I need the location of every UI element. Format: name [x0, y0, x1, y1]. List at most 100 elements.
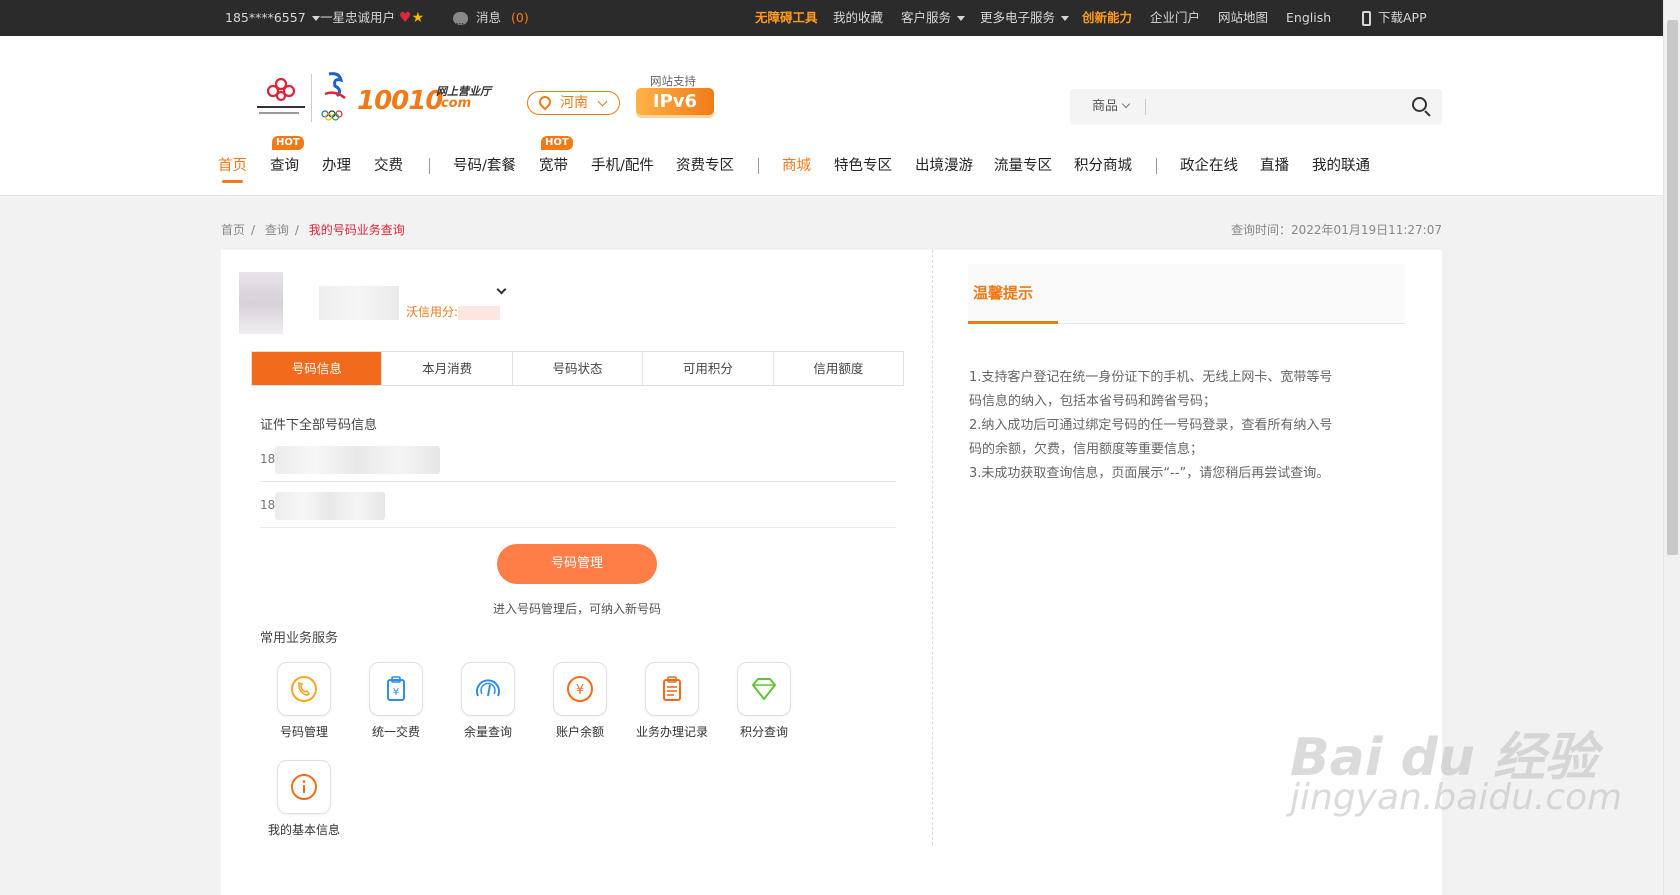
breadcrumb-home[interactable]: 首页 [221, 223, 245, 237]
tab-number-status[interactable]: 号码状态 [513, 352, 644, 385]
search-input[interactable] [1152, 93, 1392, 121]
messages-link[interactable]: 消息 (0) [453, 0, 529, 42]
my-favorites-link[interactable]: 我的收藏 [833, 0, 883, 36]
number-row[interactable]: 18 [260, 482, 896, 528]
tab-monthly-spend[interactable]: 本月消费 [382, 352, 513, 385]
sitemap-link[interactable]: 网站地图 [1218, 0, 1268, 36]
account-name-redacted [319, 286, 399, 320]
nav-pay[interactable]: 交费 [374, 154, 403, 175]
account-phone-dropdown[interactable]: 185****6557 [225, 0, 320, 36]
service-number-management[interactable]: 号码管理 [258, 662, 350, 740]
innovation-link[interactable]: 创新能力 [1082, 0, 1132, 36]
nav-data-zone[interactable]: 流量专区 [994, 154, 1052, 175]
search-category-select[interactable]: 商品 [1092, 89, 1131, 125]
number-prefix: 18 [260, 498, 276, 512]
download-app-link[interactable]: 下载APP [1362, 0, 1427, 36]
wo-credit-score: 沃信用分: [406, 303, 501, 320]
customer-service-menu[interactable]: 客户服务 [901, 0, 966, 36]
brand-logo-text[interactable]: 10010 [357, 86, 443, 116]
number-management-tip: 进入号码管理后，可纳入新号码 [492, 602, 661, 616]
tab-number-info[interactable]: 号码信息 [252, 352, 383, 385]
active-underline [222, 180, 243, 183]
service-label: 积分查询 [739, 725, 788, 739]
chevron-down-icon [311, 16, 320, 21]
accessibility-tools-link[interactable]: 无障碍工具 [755, 0, 818, 36]
service-icon-box [277, 760, 331, 814]
search-button[interactable] [1412, 97, 1432, 117]
clipboard-yen-icon: ¥ [387, 676, 405, 701]
breadcrumb-separator: / [251, 223, 256, 237]
account-switch-chevron-icon[interactable] [496, 284, 507, 295]
region-selector[interactable]: 河南 [527, 91, 620, 115]
nav-my-unicom[interactable]: 我的联通 [1312, 154, 1370, 175]
nav-points-mall[interactable]: 积分商城 [1074, 154, 1132, 175]
unicom-logo-icon[interactable] [255, 74, 307, 126]
tab-available-points[interactable]: 可用积分 [643, 352, 774, 385]
info-icon [291, 774, 317, 800]
nav-phones-accessories[interactable]: 手机/配件 [591, 154, 654, 175]
account-phone: 185****6557 [225, 10, 306, 25]
tips-header: 温馨提示 [968, 264, 1405, 324]
nav-roaming[interactable]: 出境漫游 [915, 154, 973, 175]
ipv6-support-label: 网站支持 [650, 74, 696, 88]
brand-logo-subtitle: 网上营业厅 .com [436, 86, 491, 111]
region-label: 河南 [560, 95, 588, 111]
service-account-balance[interactable]: ¥ 账户余额 [534, 662, 626, 740]
tips-body: 1.支持客户登记在统一身份证下的手机、无线上网卡、宽带等号码信息的纳入，包括本省… [968, 366, 1340, 486]
nav-home[interactable]: 首页 [218, 154, 247, 183]
loyalty-status[interactable]: 一星忠诚用户 ♥★ [320, 0, 424, 36]
breadcrumb: 首页 / 查询 / 我的号码业务查询 [221, 221, 411, 238]
service-icon-box: ¥ [369, 662, 423, 716]
nav-mall[interactable]: 商城 [782, 154, 811, 175]
tips-title-underline [968, 321, 1058, 324]
nav-broadband[interactable]: HOT 宽带 [539, 136, 573, 175]
service-business-records[interactable]: 业务办理记录 [626, 662, 718, 740]
watermark-sub: jingyan.baidu.com [1290, 777, 1623, 818]
phone-icon [291, 676, 317, 702]
english-link[interactable]: English [1286, 0, 1331, 36]
ipv6-badge: IPv6 [636, 88, 714, 115]
service-basic-info[interactable]: 我的基本信息 [258, 760, 350, 838]
search-box: 商品 [1070, 89, 1442, 125]
nav-query-label: 查询 [270, 158, 299, 174]
number-management-button[interactable]: 号码管理 [497, 544, 657, 584]
service-icon-box: ¥ [553, 662, 607, 716]
nav-numbers-plans[interactable]: 号码/套餐 [453, 154, 516, 175]
nav-featured[interactable]: 特色专区 [834, 154, 892, 175]
chevron-down-icon [957, 16, 966, 21]
service-icon-box [461, 662, 515, 716]
svg-text:¥: ¥ [576, 683, 584, 698]
service-points-inquiry[interactable]: 积分查询 [718, 662, 810, 740]
service-unified-payment[interactable]: ¥ 统一交费 [350, 662, 442, 740]
tab-credit-limit[interactable]: 信用额度 [774, 352, 903, 385]
more-eservices-label: 更多电子服务 [980, 10, 1056, 25]
svg-text:¥: ¥ [393, 687, 399, 698]
nav-broadband-label: 宽带 [539, 158, 568, 174]
messages-label: 消息 [476, 10, 502, 25]
nav-tariffs[interactable]: 资费专区 [676, 154, 734, 175]
scrollbar-thumb[interactable] [1667, 20, 1678, 555]
chevron-down-icon [597, 96, 608, 107]
more-eservices-menu[interactable]: 更多电子服务 [980, 0, 1070, 36]
number-redacted [275, 491, 386, 520]
wo-credit-value-redacted [458, 305, 501, 320]
gauge-icon [476, 679, 500, 697]
service-icon-box [277, 662, 331, 716]
beijing-2022-emblem-icon [321, 72, 346, 121]
number-row[interactable]: 18 [260, 436, 896, 482]
page-scrollbar[interactable] [1663, 0, 1680, 895]
service-balance-inquiry[interactable]: 余量查询 [442, 662, 534, 740]
services-section-title: 常用业务服务 [260, 631, 339, 646]
breadcrumb-query[interactable]: 查询 [265, 223, 289, 237]
nav-live[interactable]: 直播 [1260, 154, 1289, 175]
nav-enterprise[interactable]: 政企在线 [1180, 154, 1238, 175]
location-pin-icon [536, 93, 554, 111]
service-label: 余量查询 [463, 725, 512, 739]
nav-handle[interactable]: 办理 [322, 154, 351, 175]
enterprise-portal-link[interactable]: 企业门户 [1150, 0, 1200, 36]
nav-divider [758, 158, 759, 174]
brand-sub-2: .com [436, 96, 472, 111]
star-icon: ★ [411, 10, 425, 26]
nav-query[interactable]: HOT 查询 [270, 136, 304, 175]
message-icon [453, 6, 468, 42]
